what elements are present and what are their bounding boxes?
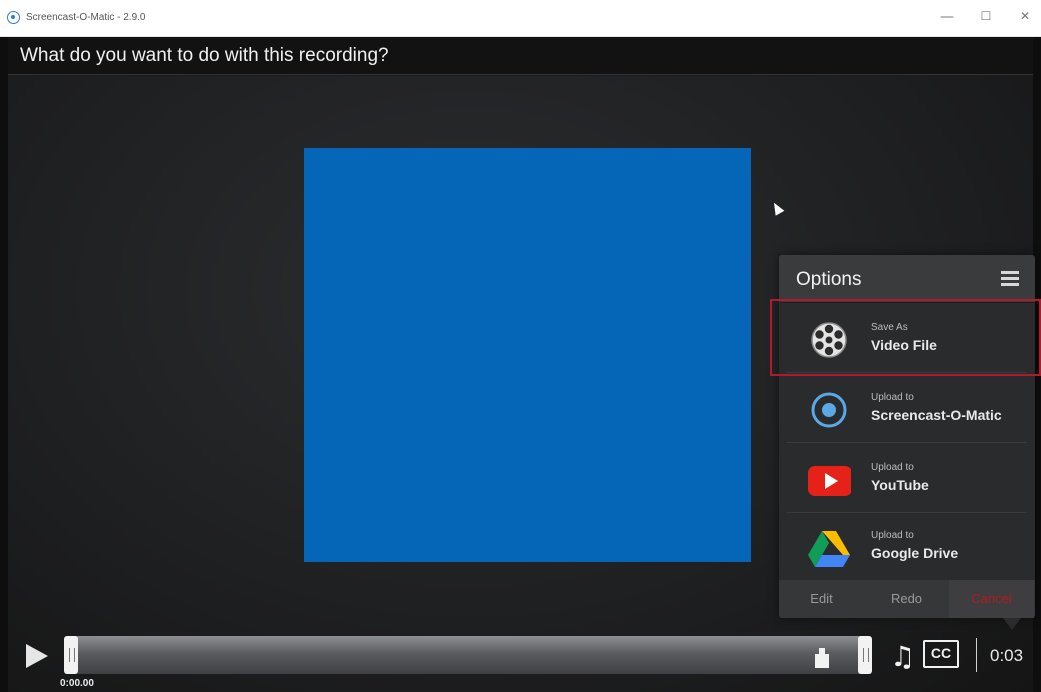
separator [976, 638, 977, 672]
youtube-icon [807, 460, 852, 500]
recording-preview[interactable] [304, 148, 751, 562]
screencast-o-matic-app-icon [7, 11, 20, 24]
window-frame-left [0, 0, 8, 692]
redo-button[interactable]: Redo [864, 591, 949, 606]
minimize-button[interactable]: — [937, 9, 957, 25]
current-time: 0:00.00 [60, 678, 94, 689]
play-icon[interactable] [26, 644, 48, 668]
selected-option-highlight [770, 299, 1041, 376]
option-small-label: Upload to [871, 392, 914, 403]
question-text: What do you want to do with this recordi… [20, 45, 389, 66]
close-button[interactable]: ✕ [1015, 9, 1035, 23]
timeline-end-handle[interactable] [858, 636, 872, 674]
screencast-o-matic-icon [807, 390, 851, 430]
options-title: Options [796, 269, 862, 290]
options-pointer-arrow [1003, 618, 1021, 630]
maximize-button[interactable]: ☐ [976, 9, 996, 23]
duration: 0:03 [990, 646, 1024, 665]
option-small-label: Upload to [871, 462, 914, 473]
google-drive-icon [807, 528, 851, 568]
window-titlebar: Screencast-O-Matic - 2.9.0 — ☐ ✕ [0, 0, 1041, 37]
option-upload-google-drive[interactable]: Upload to Google Drive [787, 513, 1027, 581]
option-small-label: Upload to [871, 530, 914, 541]
timeline-track[interactable] [66, 636, 870, 674]
option-big-label: Screencast-O-Matic [871, 407, 1002, 423]
option-upload-screencast-o-matic[interactable]: Upload to Screencast-O-Matic [787, 375, 1027, 443]
options-menu-icon[interactable] [1001, 271, 1019, 287]
volume-level-icon[interactable] [815, 648, 829, 668]
option-big-label: YouTube [871, 477, 929, 493]
cc-button[interactable]: CC [923, 640, 959, 668]
option-big-label: Google Drive [871, 545, 959, 561]
option-upload-youtube[interactable]: Upload to YouTube [787, 445, 1027, 513]
question-header: What do you want to do with this recordi… [8, 37, 1033, 75]
music-note-icon[interactable]: ♫ [890, 640, 915, 673]
timeline-start-handle[interactable] [64, 636, 78, 674]
window-title: Screencast-O-Matic - 2.9.0 [26, 12, 146, 23]
options-header: Options [779, 255, 1035, 303]
cancel-button[interactable]: Cancel [949, 580, 1034, 618]
options-footer: Edit Redo Cancel [779, 580, 1035, 618]
edit-button[interactable]: Edit [779, 591, 864, 606]
